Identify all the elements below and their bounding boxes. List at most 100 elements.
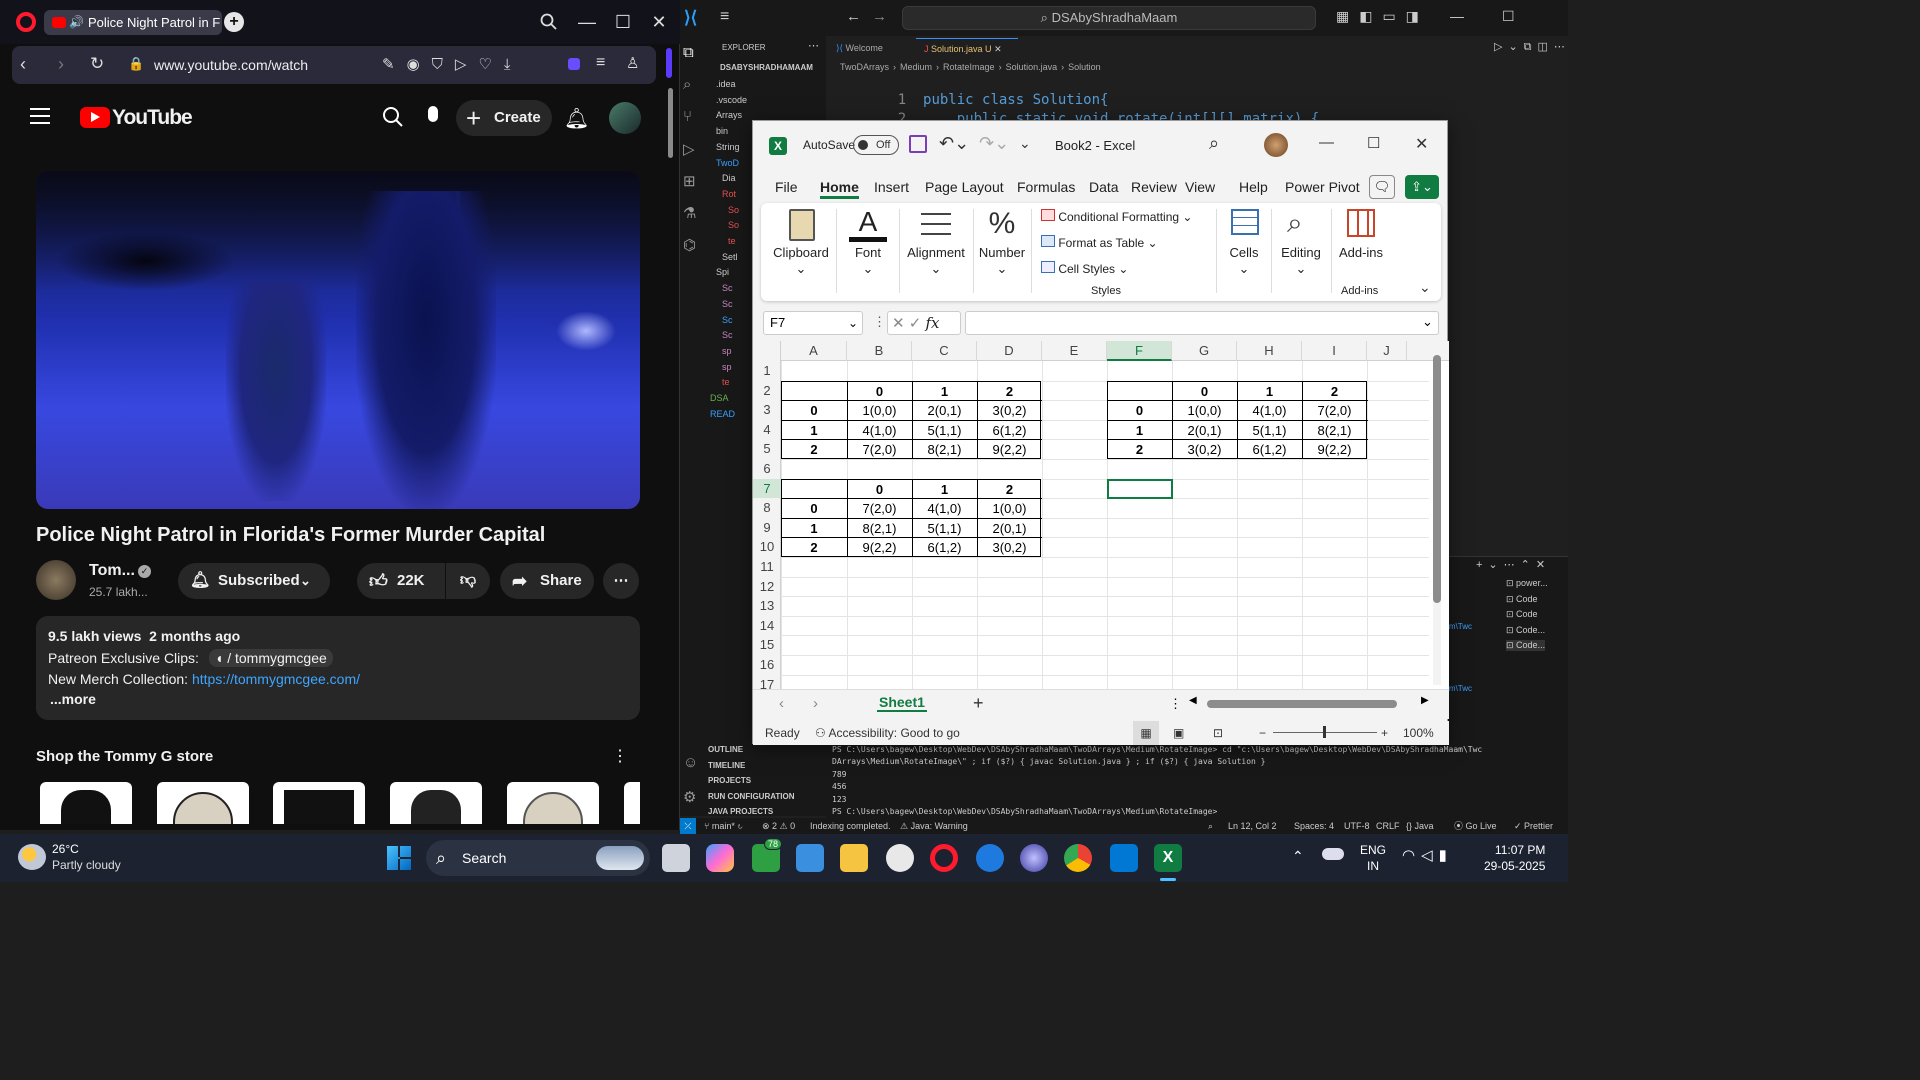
table-cell[interactable]: 8(2,1): [847, 519, 912, 538]
sheet-prev-icon[interactable]: ‹: [779, 695, 784, 712]
terminal-instance[interactable]: ⊡ Code: [1506, 594, 1538, 605]
reload-icon[interactable]: ↻: [90, 54, 104, 74]
font-group[interactable]: A Font ⌄: [839, 207, 897, 293]
share-excel-button[interactable]: ⇪⌄: [1405, 175, 1439, 199]
table-row-label[interactable]: 0: [781, 401, 847, 420]
onedrive-icon[interactable]: [1322, 848, 1344, 860]
page-break-icon[interactable]: ⊡: [1213, 721, 1223, 745]
new-tab-button[interactable]: +: [224, 12, 244, 32]
menu-icon[interactable]: ≡: [596, 54, 605, 72]
prettier-status[interactable]: ✓ Prettier: [1514, 818, 1553, 834]
source-control-icon[interactable]: ⑂: [683, 108, 692, 125]
terminal-instance[interactable]: ⊡ Code: [1506, 609, 1538, 620]
normal-view-icon[interactable]: ▦: [1133, 721, 1159, 745]
table-row-label[interactable]: 1: [781, 519, 847, 538]
sidebar-section[interactable]: RUN CONFIGURATION: [704, 789, 826, 805]
vscode-maximize-button[interactable]: ☐: [1502, 8, 1515, 25]
eol[interactable]: CRLF: [1376, 818, 1400, 834]
opera-taskbar-icon[interactable]: [930, 844, 958, 872]
shop-item[interactable]: [390, 782, 482, 824]
network-volume-battery-icons[interactable]: ◠◁▮: [1402, 846, 1453, 864]
zoom-out-button[interactable]: −: [1259, 721, 1266, 745]
table-cell[interactable]: 9(2,2): [847, 538, 912, 557]
language-mode[interactable]: {} Java: [1406, 818, 1434, 834]
notepad-icon[interactable]: [796, 844, 824, 872]
table-cell[interactable]: 3(0,2): [1172, 440, 1237, 459]
table-cell[interactable]: 5(1,1): [1237, 421, 1302, 440]
ribbon-tab-view[interactable]: View: [1185, 175, 1215, 199]
problems-indicator[interactable]: ⊗ 2 ⚠ 0: [762, 818, 795, 834]
video-player[interactable]: [36, 171, 640, 509]
nav-forward-icon[interactable]: →: [872, 8, 887, 25]
channel-name[interactable]: Tom...: [89, 562, 135, 580]
worksheet-grid[interactable]: ABCDEFGHIJ 1 2 3 4 5 6 7 8 9 10 11 12 13 14 15 16 17 012…: [753, 341, 1449, 689]
nav-back-icon[interactable]: ←: [846, 8, 861, 25]
go-live-button[interactable]: ⦿ Go Live: [1454, 818, 1497, 834]
app-icon-a[interactable]: [976, 844, 1004, 872]
comments-button[interactable]: 🗨︎: [1369, 175, 1395, 199]
excel-minimize-button[interactable]: —: [1319, 134, 1334, 151]
table-cell[interactable]: 9(2,2): [1302, 440, 1367, 459]
minimize-button[interactable]: —: [570, 7, 604, 37]
file-explorer-icon[interactable]: [840, 844, 868, 872]
collapse-ribbon-icon[interactable]: ⌄: [1419, 279, 1431, 296]
table-cell[interactable]: 5(1,1): [912, 421, 977, 440]
ribbon-tab-review[interactable]: Review: [1131, 175, 1177, 199]
page-layout-icon[interactable]: ▣: [1173, 721, 1184, 745]
avatar[interactable]: [609, 102, 641, 134]
name-box[interactable]: F7 ⌄: [763, 311, 863, 335]
copilot-icon[interactable]: [706, 844, 734, 872]
maximize-button[interactable]: ☐: [606, 7, 640, 37]
weather-icon[interactable]: [18, 844, 46, 870]
formula-input[interactable]: ⌄: [965, 311, 1439, 335]
clipboard-group[interactable]: Clipboard ⌄: [767, 207, 835, 293]
excel-maximize-button[interactable]: ☐: [1367, 134, 1380, 152]
encoding[interactable]: UTF-8: [1344, 818, 1370, 834]
back-icon[interactable]: ‹: [20, 54, 26, 75]
add-sheet-button[interactable]: +: [973, 693, 984, 714]
ribbon-tab-home[interactable]: Home: [820, 175, 859, 199]
forward-icon[interactable]: ›: [58, 54, 64, 75]
table-row-label[interactable]: 1: [1107, 421, 1172, 440]
table-row-label[interactable]: 1: [781, 421, 847, 440]
extensions-icon[interactable]: ⊞: [683, 172, 696, 190]
shop-item[interactable]: [157, 782, 249, 824]
terminal-output[interactable]: PS C:\Users\bagew\Desktop\WebDev\DSAbySh…: [832, 744, 1562, 818]
formula-buttons[interactable]: ✕ ✓ fx: [887, 311, 961, 335]
table-cell[interactable]: 1(0,0): [977, 499, 1042, 518]
sheet-next-icon[interactable]: ›: [813, 695, 818, 712]
table-row-label[interactable]: 2: [781, 440, 847, 459]
table-header-cell[interactable]: 0: [1172, 382, 1237, 401]
table-header-cell[interactable]: 2: [1302, 382, 1367, 401]
table-header-cell[interactable]: 1: [912, 480, 977, 499]
format-as-table-button[interactable]: Format as Table ⌄: [1041, 235, 1158, 250]
table-cell[interactable]: 6(1,2): [1237, 440, 1302, 459]
zoom-thumb[interactable]: [1323, 726, 1326, 738]
excel-avatar[interactable]: [1264, 133, 1288, 157]
table-header-cell[interactable]: 0: [847, 480, 912, 499]
patreon-link[interactable]: ◖ / tommygmcgee: [208, 649, 333, 667]
table-cell[interactable]: 9(2,2): [977, 440, 1042, 459]
table-header-cell[interactable]: 1: [1237, 382, 1302, 401]
excel-taskbar-icon[interactable]: X: [1154, 844, 1182, 872]
profile-icon[interactable]: ♙: [626, 54, 639, 72]
ribbon-tab-help[interactable]: Help: [1239, 175, 1268, 199]
clock-app-icon[interactable]: [886, 844, 914, 872]
settings-gear-icon[interactable]: ⚙: [683, 788, 696, 806]
app-icon-b[interactable]: [1020, 844, 1048, 872]
excel-close-button[interactable]: ✕: [1415, 134, 1428, 154]
python-icon[interactable]: ⌬: [683, 236, 696, 254]
more-link[interactable]: ...more: [50, 691, 96, 707]
table-cell[interactable]: 7(2,0): [847, 499, 912, 518]
zoom-level[interactable]: 100%: [1403, 721, 1434, 745]
explorer-icon[interactable]: ⧉: [683, 44, 694, 61]
shop-menu-icon[interactable]: ⋮: [612, 746, 628, 766]
ribbon-tab-formulas[interactable]: Formulas: [1017, 175, 1075, 199]
taskbar-search[interactable]: ⌕ Search: [426, 840, 650, 876]
close-button[interactable]: ✕: [642, 7, 676, 37]
layout-icons[interactable]: ▦◧▭◨: [1336, 8, 1429, 25]
editor-tab-welcome[interactable]: ⟩⟨ Welcome: [828, 38, 916, 58]
editor-tab-solution[interactable]: J Solution.java U ✕: [916, 38, 1018, 58]
excel-search-icon[interactable]: ⌕: [1209, 133, 1219, 154]
breadcrumb-item[interactable]: Solution: [1068, 62, 1101, 72]
